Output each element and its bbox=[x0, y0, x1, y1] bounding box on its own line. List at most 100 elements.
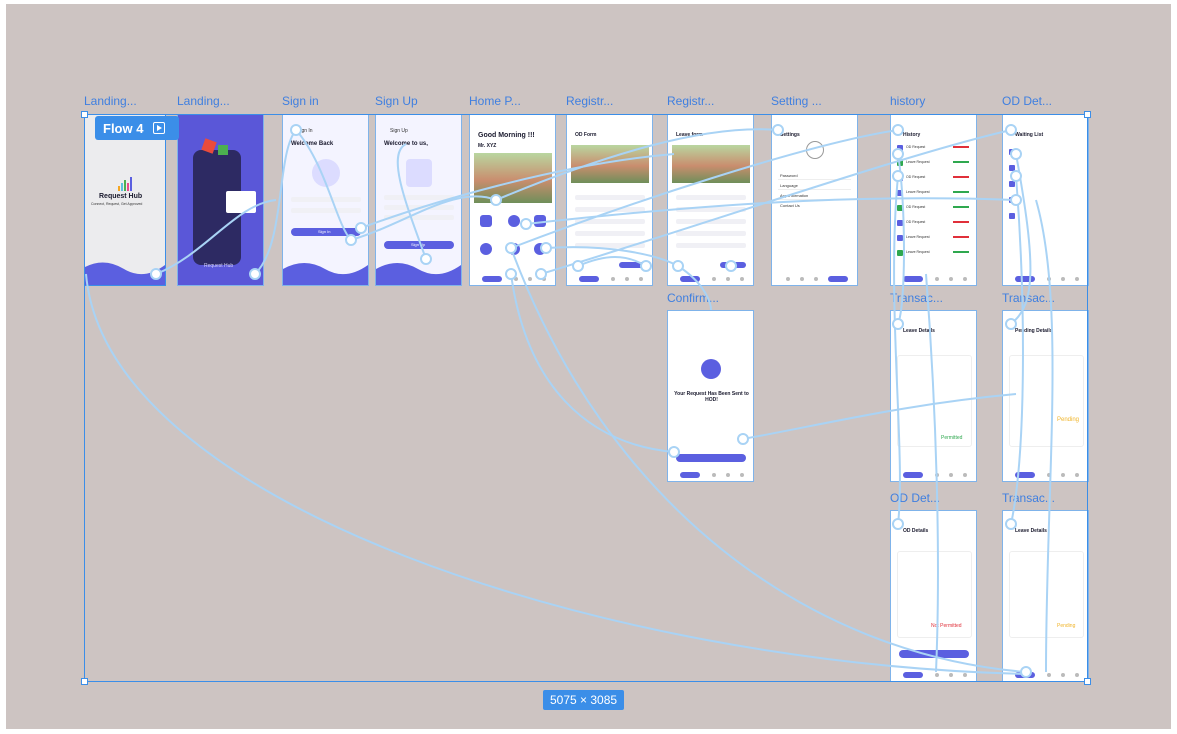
nav-home-chip[interactable] bbox=[1015, 276, 1035, 282]
form-field[interactable] bbox=[575, 207, 645, 212]
history-entry[interactable]: Leave Request bbox=[906, 235, 930, 239]
leave-icon[interactable] bbox=[508, 215, 520, 227]
nav-mail-icon[interactable] bbox=[814, 277, 818, 281]
nav-settings-icon[interactable] bbox=[1075, 673, 1079, 677]
frame-home[interactable]: Good Morning !!! Mr. XYZ bbox=[469, 114, 556, 286]
nav-home-chip[interactable] bbox=[680, 276, 700, 282]
nav-mail-icon[interactable] bbox=[726, 277, 730, 281]
nav-search-icon[interactable] bbox=[514, 277, 518, 281]
nav-settings-icon[interactable] bbox=[1075, 473, 1079, 477]
play-icon[interactable] bbox=[153, 122, 166, 134]
frame-od-details[interactable]: Waiting List bbox=[1002, 114, 1089, 286]
submit-button[interactable] bbox=[619, 262, 645, 268]
frame-label-od-form[interactable]: Registr... bbox=[566, 94, 613, 108]
frame-label-transaction-2[interactable]: Transac... bbox=[1002, 291, 1055, 305]
name-field[interactable] bbox=[384, 195, 454, 200]
frame-label-transaction-3[interactable]: Transac... bbox=[1002, 491, 1055, 505]
nav-home-chip[interactable] bbox=[579, 276, 599, 282]
nav-home-chip[interactable] bbox=[1015, 672, 1035, 678]
frame-history[interactable]: History OD Request Leave Request OD Reques… bbox=[890, 114, 977, 286]
nav-search-icon[interactable] bbox=[611, 277, 615, 281]
nav-mail-icon[interactable] bbox=[949, 277, 953, 281]
frame-transaction-1[interactable]: Leave Details Permitted bbox=[890, 310, 977, 482]
frame-od-form[interactable]: OD Form bbox=[566, 114, 653, 286]
frame-sign-in[interactable]: Sign In Welcome Back Sign In bbox=[282, 114, 369, 286]
frame-transaction-3[interactable]: Leave Details Pending bbox=[1002, 510, 1089, 682]
design-canvas[interactable]: Landing... Landing... Sign in Sign Up Ho… bbox=[6, 4, 1171, 729]
nav-settings-chip[interactable] bbox=[828, 276, 848, 282]
frame-label-od-details[interactable]: OD Det... bbox=[1002, 94, 1052, 108]
form-field[interactable] bbox=[575, 231, 645, 236]
frame-landing-2[interactable]: Request Hub bbox=[177, 114, 264, 286]
nav-settings-icon[interactable] bbox=[963, 673, 967, 677]
history-entry[interactable]: OD Request bbox=[906, 220, 925, 224]
nav-search-icon[interactable] bbox=[712, 473, 716, 477]
nav-search-icon[interactable] bbox=[712, 277, 716, 281]
frame-transaction-2[interactable]: Pending Details Pending bbox=[1002, 310, 1089, 482]
nav-history-chip[interactable] bbox=[903, 276, 923, 282]
nav-home-chip[interactable] bbox=[1015, 472, 1035, 478]
history-entry[interactable]: Leave Request bbox=[906, 160, 930, 164]
nav-mail-icon[interactable] bbox=[625, 277, 629, 281]
frame-label-sign-in[interactable]: Sign in bbox=[282, 94, 319, 108]
nav-home-chip[interactable] bbox=[680, 472, 700, 478]
email-field[interactable] bbox=[291, 197, 361, 202]
history-icon[interactable] bbox=[480, 243, 492, 255]
nav-home-chip[interactable] bbox=[903, 472, 923, 478]
nav-search-icon[interactable] bbox=[935, 277, 939, 281]
flow-starting-point[interactable]: Flow 4 bbox=[95, 116, 179, 140]
nav-search-icon[interactable] bbox=[800, 277, 804, 281]
nav-settings-icon[interactable] bbox=[740, 473, 744, 477]
history-entry[interactable]: Leave Request bbox=[906, 250, 930, 254]
nav-home-chip[interactable] bbox=[903, 672, 923, 678]
nav-mail-icon[interactable] bbox=[949, 673, 953, 677]
form-field[interactable] bbox=[575, 219, 645, 224]
frame-label-home[interactable]: Home P... bbox=[469, 94, 521, 108]
password-field[interactable] bbox=[384, 215, 454, 220]
form-field[interactable] bbox=[676, 231, 746, 236]
settings-item[interactable]: App Information bbox=[780, 193, 808, 198]
home-button[interactable] bbox=[676, 454, 746, 462]
nav-mail-icon[interactable] bbox=[528, 277, 532, 281]
nav-search-icon[interactable] bbox=[935, 673, 939, 677]
nav-home-chip[interactable] bbox=[482, 276, 502, 282]
history-entry[interactable]: OD Request bbox=[906, 205, 925, 209]
nav-settings-icon[interactable] bbox=[1075, 277, 1079, 281]
settings-item[interactable]: Contact Us bbox=[780, 203, 800, 208]
nav-home-icon[interactable] bbox=[786, 277, 790, 281]
nav-search-icon[interactable] bbox=[935, 473, 939, 477]
frame-label-settings[interactable]: Setting ... bbox=[771, 94, 822, 108]
frame-leave-form[interactable]: Leave form bbox=[667, 114, 754, 286]
form-field[interactable] bbox=[676, 243, 746, 248]
calendar-icon[interactable] bbox=[534, 215, 546, 227]
history-entry[interactable]: Leave Request bbox=[906, 190, 930, 194]
form-field[interactable] bbox=[676, 207, 746, 212]
nav-settings-icon[interactable] bbox=[963, 473, 967, 477]
history-entry[interactable]: OD Request bbox=[906, 175, 925, 179]
form-field[interactable] bbox=[676, 195, 746, 200]
frame-settings[interactable]: Settings Password Language App Informati… bbox=[771, 114, 858, 286]
profile-icon[interactable] bbox=[508, 243, 520, 255]
frame-confirm[interactable]: Your Request Has Been Sent to HOD! bbox=[667, 310, 754, 482]
frame-label-landing-2[interactable]: Landing... bbox=[177, 94, 230, 108]
resize-handle-top-left[interactable] bbox=[81, 111, 88, 118]
resize-handle-bottom-right[interactable] bbox=[1084, 678, 1091, 685]
frame-sign-up[interactable]: Sign Up Welcome to us, Sign Up bbox=[375, 114, 462, 286]
nav-mail-icon[interactable] bbox=[1061, 277, 1065, 281]
submit-button[interactable] bbox=[720, 262, 746, 268]
nav-mail-icon[interactable] bbox=[949, 473, 953, 477]
frame-label-sign-up[interactable]: Sign Up bbox=[375, 94, 418, 108]
form-field[interactable] bbox=[575, 243, 645, 248]
password-field[interactable] bbox=[291, 208, 361, 213]
nav-settings-icon[interactable] bbox=[740, 277, 744, 281]
form-field[interactable] bbox=[676, 219, 746, 224]
nav-settings-icon[interactable] bbox=[639, 277, 643, 281]
history-entry[interactable]: OD Request bbox=[906, 145, 925, 149]
frame-od-details-2[interactable]: OD Details Not Permitted bbox=[890, 510, 977, 682]
frame-label-landing-1[interactable]: Landing... bbox=[84, 94, 137, 108]
nav-mail-icon[interactable] bbox=[1061, 473, 1065, 477]
form-field[interactable] bbox=[575, 195, 645, 200]
settings-item[interactable]: Language bbox=[780, 183, 798, 188]
od-icon[interactable] bbox=[480, 215, 492, 227]
reapply-button[interactable] bbox=[899, 650, 969, 658]
